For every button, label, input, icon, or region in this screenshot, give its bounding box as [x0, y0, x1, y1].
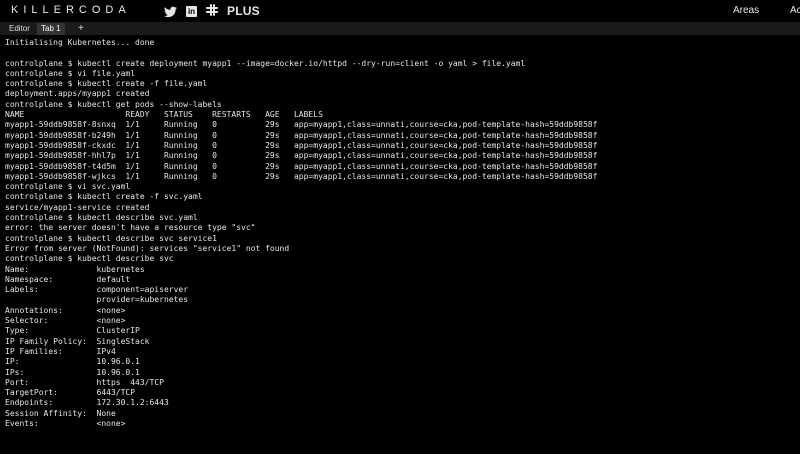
add-tab-button[interactable]: + — [74, 23, 88, 35]
terminal-line: Type: ClusterIP — [5, 326, 140, 336]
slack-icon[interactable] — [206, 4, 218, 19]
terminal-line: controlplane $ vi file.yaml — [5, 68, 136, 78]
terminal-line: Annotations: <none> — [5, 305, 126, 315]
terminal-line: Endpoints: 172.30.1.2:6443 — [5, 398, 169, 408]
terminal-line: myapp1-59ddb9858f-t4d5m 1/1 Running 0 29… — [5, 161, 598, 171]
terminal-line: myapp1-59ddb9858f-wjkcs 1/1 Running 0 29… — [5, 171, 598, 181]
tab-editor[interactable]: Editor — [5, 23, 34, 35]
tab-bar: Editor Tab 1 + — [0, 22, 800, 35]
terminal-line: Namespace: default — [5, 274, 131, 284]
terminal-line: controlplane $ kubectl create -f file.ya… — [5, 79, 208, 89]
social-links: in PLUS — [164, 4, 260, 19]
linkedin-icon[interactable]: in — [186, 6, 197, 17]
terminal-line: Events: <none> — [5, 418, 126, 428]
terminal-line: myapp1-59ddb9858f-ckxdc 1/1 Running 0 29… — [5, 140, 598, 150]
terminal-line: provider=kubernetes — [5, 295, 189, 305]
terminal-line: Initialising Kubernetes... done — [5, 38, 155, 47]
terminal-line: Error from server (NotFound): services "… — [5, 243, 290, 253]
terminal-line: TargetPort: 6443/TCP — [5, 388, 136, 398]
terminal-line: controlplane $ kubectl describe svc — [5, 254, 174, 264]
terminal-line: controlplane $ kubectl describe svc serv… — [5, 233, 217, 243]
plus-link[interactable]: PLUS — [227, 5, 260, 18]
nav-areas[interactable]: Areas — [733, 5, 759, 16]
terminal-line: Port: https 443/TCP — [5, 377, 164, 387]
terminal-line: controlplane $ kubectl create -f svc.yam… — [5, 192, 203, 202]
terminal-line: Labels: component=apiserver — [5, 285, 189, 295]
terminal-line: Selector: <none> — [5, 316, 126, 326]
terminal-line: controlplane $ kubectl create deployment… — [5, 58, 526, 68]
terminal-line: IPs: 10.96.0.1 — [5, 367, 140, 377]
terminal-line: NAME READY STATUS RESTARTS AGE LABELS — [5, 110, 323, 120]
terminal-line: IP: 10.96.0.1 — [5, 357, 140, 367]
terminal-line: controlplane $ vi svc.yaml — [5, 182, 131, 192]
nav-partial-item[interactable]: Ac — [790, 5, 800, 16]
terminal-line: deployment.apps/myapp1 created — [5, 89, 150, 99]
terminal-line: myapp1-59ddb9858f-b249h 1/1 Running 0 29… — [5, 130, 598, 140]
terminal-line: Session Affinity: None — [5, 408, 116, 418]
terminal-line: IP Family Policy: SingleStack — [5, 336, 150, 346]
terminal-line: Name: kubernetes — [5, 264, 145, 274]
killercoda-logo[interactable]: KILLERCODA — [11, 4, 131, 16]
top-navigation-bar: KILLERCODA in PLUS Areas Ac — [0, 0, 800, 22]
terminal-panel[interactable]: Initialising Kubernetes... done controlpl… — [0, 35, 800, 454]
terminal-line: service/myapp1-service created — [5, 202, 150, 212]
tab-terminal-1[interactable]: Tab 1 — [37, 23, 65, 35]
twitter-icon[interactable] — [164, 6, 177, 18]
terminal-line: error: the server doesn't have a resourc… — [5, 223, 256, 233]
terminal-line: IP Families: IPv4 — [5, 346, 116, 356]
terminal-output: Initialising Kubernetes... done controlpl… — [5, 38, 597, 429]
terminal-line: myapp1-59ddb9858f-8snxq 1/1 Running 0 29… — [5, 120, 598, 130]
terminal-line: controlplane $ kubectl get pods --show-l… — [5, 99, 222, 109]
terminal-line: controlplane $ kubectl describe svc.yaml — [5, 213, 198, 223]
terminal-line: myapp1-59ddb9858f-hhl7p 1/1 Running 0 29… — [5, 151, 598, 161]
